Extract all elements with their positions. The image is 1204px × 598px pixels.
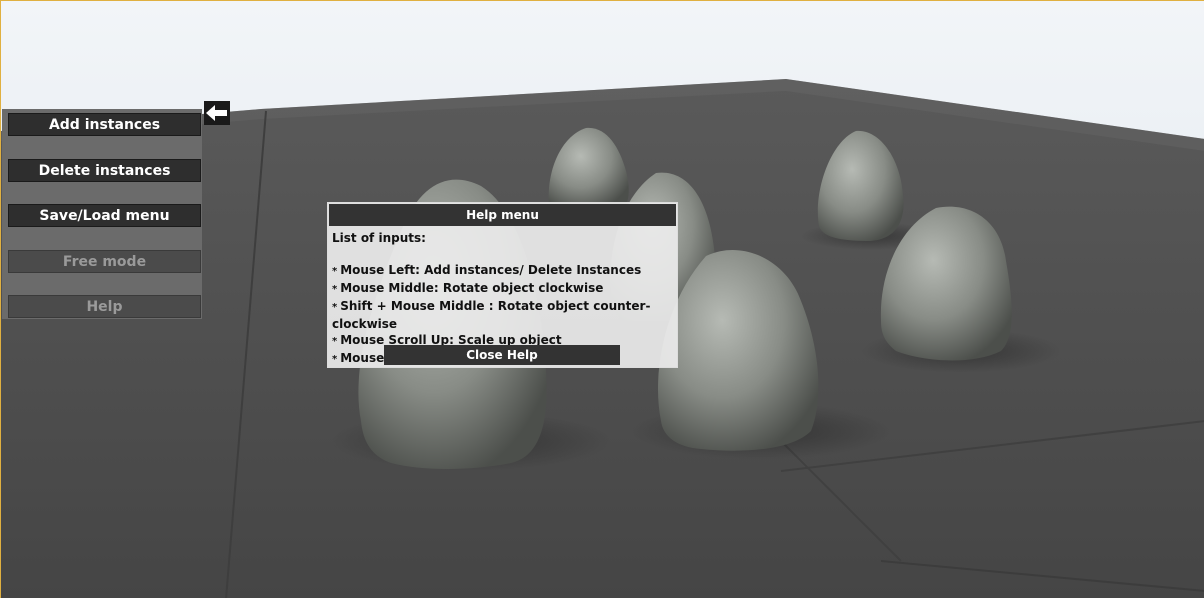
bullet: * [332, 354, 338, 365]
save-load-menu-button[interactable]: Save/Load menu [8, 204, 201, 227]
help-dialog-title: Help menu [329, 204, 676, 226]
collapse-menu-button[interactable] [204, 101, 230, 125]
bullet: * [332, 266, 338, 277]
help-line: * Mouse Left: Add instances/ Delete Insta… [332, 263, 642, 277]
help-line: * Shift + Mouse Middle : Rotate object co… [332, 299, 651, 331]
arrow-left-icon [206, 105, 227, 121]
help-button[interactable]: Help [8, 295, 201, 318]
game-viewport[interactable]: Add instances Delete instances Save/Load… [0, 0, 1204, 598]
delete-instances-button[interactable]: Delete instances [8, 159, 201, 182]
help-dialog: Help menu List of inputs: * Mouse Left: A… [327, 202, 678, 368]
bullet: * [332, 284, 338, 295]
help-heading: List of inputs: [332, 231, 426, 245]
side-menu-panel: Add instances Delete instances Save/Load… [2, 109, 202, 319]
bullet: * [332, 336, 338, 347]
bullet: * [332, 302, 338, 313]
add-instances-button[interactable]: Add instances [8, 113, 201, 136]
free-mode-button[interactable]: Free mode [8, 250, 201, 273]
help-line: * Mouse Middle: Rotate object clockwise [332, 281, 604, 295]
close-help-button[interactable]: Close Help [384, 345, 620, 365]
